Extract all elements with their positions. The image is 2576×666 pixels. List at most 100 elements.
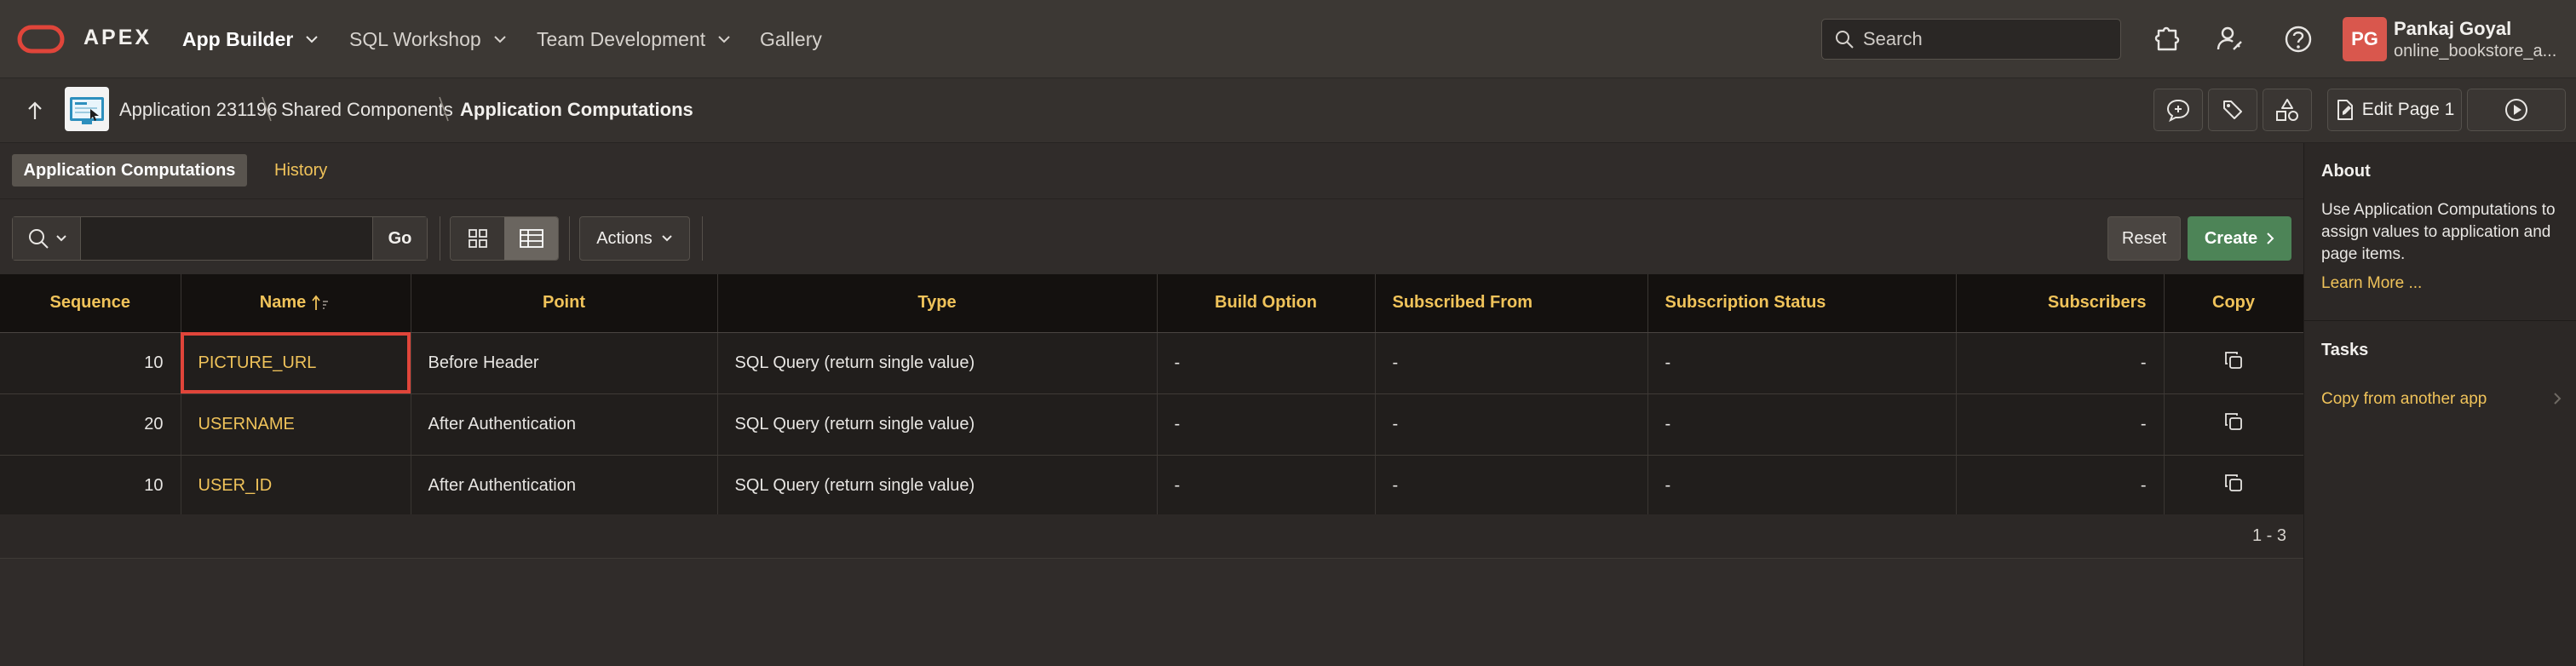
nav-gallery[interactable]: Gallery [760, 0, 822, 78]
chevron-down-icon [306, 36, 319, 43]
column-header-type[interactable]: Type [717, 274, 1158, 333]
grid-view-icon [468, 229, 487, 248]
pagination-range: 1 - 3 [2251, 526, 2286, 545]
global-search[interactable] [1821, 19, 2121, 60]
cell-subscribed-from: - [1375, 332, 1648, 394]
tab-history[interactable]: History [274, 161, 327, 181]
breadcrumb: Application 231196 Shared Components App… [0, 78, 2576, 143]
computations-table: Sequence Name Point Type Build Option Su… [0, 274, 2304, 517]
search-icon [1836, 31, 1854, 49]
oracle-logo-icon[interactable] [17, 25, 65, 54]
computation-link-picture-url[interactable]: PICTURE_URL [181, 332, 411, 394]
chevron-down-icon [662, 235, 672, 242]
apex-brand[interactable]: APEX [83, 26, 152, 50]
column-header-subscription-status[interactable]: Subscription Status [1647, 274, 1957, 333]
column-header-copy[interactable]: Copy [2164, 274, 2304, 333]
reset-button[interactable]: Reset [2107, 216, 2181, 261]
report-search: Go [12, 216, 428, 261]
nav-team-development[interactable]: Team Development [537, 0, 731, 78]
nav-gallery-label: Gallery [760, 27, 822, 50]
help-icon[interactable] [2283, 24, 2314, 55]
breadcrumb-separator [262, 96, 272, 122]
chevron-down-icon [718, 36, 730, 43]
developer-tools-icon [2223, 100, 2242, 119]
icon-view-button[interactable] [451, 217, 504, 260]
cell-point: After Authentication [411, 393, 718, 456]
copy-icon[interactable] [2223, 350, 2244, 370]
chevron-down-icon [55, 235, 66, 242]
copy-icon[interactable] [2223, 411, 2244, 432]
developer-tools-button[interactable] [2208, 89, 2257, 131]
avatar[interactable]: PG [2343, 17, 2387, 61]
edit-page-label: Edit Page 1 [2361, 100, 2455, 119]
shapes-button[interactable] [2263, 89, 2312, 131]
cell-subscription-status: - [1647, 393, 1957, 456]
cell-point: Before Header [411, 332, 718, 394]
comments-button[interactable] [2153, 89, 2203, 131]
comments-icon [2166, 99, 2190, 123]
cell-sequence: 20 [0, 393, 181, 456]
chevron-right-icon [2267, 233, 2274, 244]
copy-from-another-app-link[interactable]: Copy from another app [2321, 390, 2487, 409]
copy-icon[interactable] [2223, 473, 2244, 493]
edit-page-button[interactable]: Edit Page 1 [2327, 89, 2462, 131]
breadcrumb-application[interactable]: Application 231196 [119, 99, 278, 121]
cell-build-option: - [1157, 393, 1376, 456]
learn-more-link[interactable]: Learn More ... [2321, 274, 2422, 293]
breadcrumb-shared-components[interactable]: Shared Components [281, 99, 453, 121]
cell-point: After Authentication [411, 455, 718, 517]
arrow-up-icon[interactable] [26, 100, 44, 121]
extensions-icon[interactable] [2152, 24, 2182, 55]
cell-sequence: 10 [0, 455, 181, 517]
table-row: 20 USERNAME After Authentication SQL Que… [0, 393, 2304, 456]
cell-build-option: - [1157, 455, 1376, 517]
user-workspace[interactable]: online_bookstore_a... [2394, 42, 2556, 61]
computations-report: Sequence Name Point Type Build Option Su… [0, 274, 2304, 517]
report-search-field [81, 217, 372, 260]
nav-app-builder[interactable]: App Builder [182, 0, 319, 78]
computation-link-user-id[interactable]: USER_ID [181, 455, 411, 517]
column-header-point[interactable]: Point [411, 274, 718, 333]
nav-sql-workshop-label: SQL Workshop [349, 27, 481, 50]
nav-sql-workshop[interactable]: SQL Workshop [349, 0, 507, 78]
help-sidebar: About Use Application Computations to as… [2303, 143, 2576, 666]
cell-copy [2164, 393, 2304, 456]
tab-application-computations[interactable]: Application Computations [12, 154, 247, 187]
admin-icon[interactable] [2215, 24, 2245, 55]
cell-subscribers: - [1956, 455, 2165, 517]
search-input[interactable] [1863, 28, 2110, 50]
run-page-button[interactable] [2467, 89, 2566, 131]
search-icon [28, 229, 49, 249]
view-switcher [450, 216, 559, 261]
cell-subscription-status: - [1647, 455, 1957, 517]
sort-ascending-icon [312, 295, 329, 310]
column-header-subscribers[interactable]: Subscribers [1956, 274, 2165, 333]
breadcrumb-separator [439, 96, 449, 122]
application-icon[interactable] [65, 87, 109, 131]
nav-team-development-label: Team Development [537, 27, 706, 50]
column-header-subscribed-from[interactable]: Subscribed From [1375, 274, 1648, 333]
cell-subscribed-from: - [1375, 455, 1648, 517]
pagination-bar: 1 - 3 [0, 514, 2303, 559]
report-search-input[interactable] [81, 217, 372, 260]
cell-subscribers: - [1956, 393, 2165, 456]
column-header-sequence[interactable]: Sequence [0, 274, 181, 333]
about-heading: About [2321, 162, 2371, 181]
column-header-build-option[interactable]: Build Option [1157, 274, 1376, 333]
go-button[interactable]: Go [372, 217, 427, 260]
table-row: 10 USER_ID After Authentication SQL Quer… [0, 455, 2304, 517]
table-header-row: Sequence Name Point Type Build Option Su… [0, 274, 2304, 333]
actions-menu-button[interactable]: Actions [579, 216, 690, 261]
computation-link-username[interactable]: USERNAME [181, 393, 411, 456]
cell-subscription-status: - [1647, 332, 1957, 394]
search-column-button[interactable] [13, 217, 81, 260]
create-button[interactable]: Create [2188, 216, 2291, 261]
region-tabs: Application Computations History [0, 143, 2303, 199]
column-header-name[interactable]: Name [181, 274, 411, 333]
user-name[interactable]: Pankaj Goyal [2394, 18, 2511, 40]
report-view-button[interactable] [504, 217, 558, 260]
top-header: APEX App Builder SQL Workshop Team Devel… [0, 0, 2576, 78]
actions-label: Actions [596, 228, 653, 248]
cell-build-option: - [1157, 332, 1376, 394]
tasks-heading: Tasks [2321, 341, 2369, 359]
